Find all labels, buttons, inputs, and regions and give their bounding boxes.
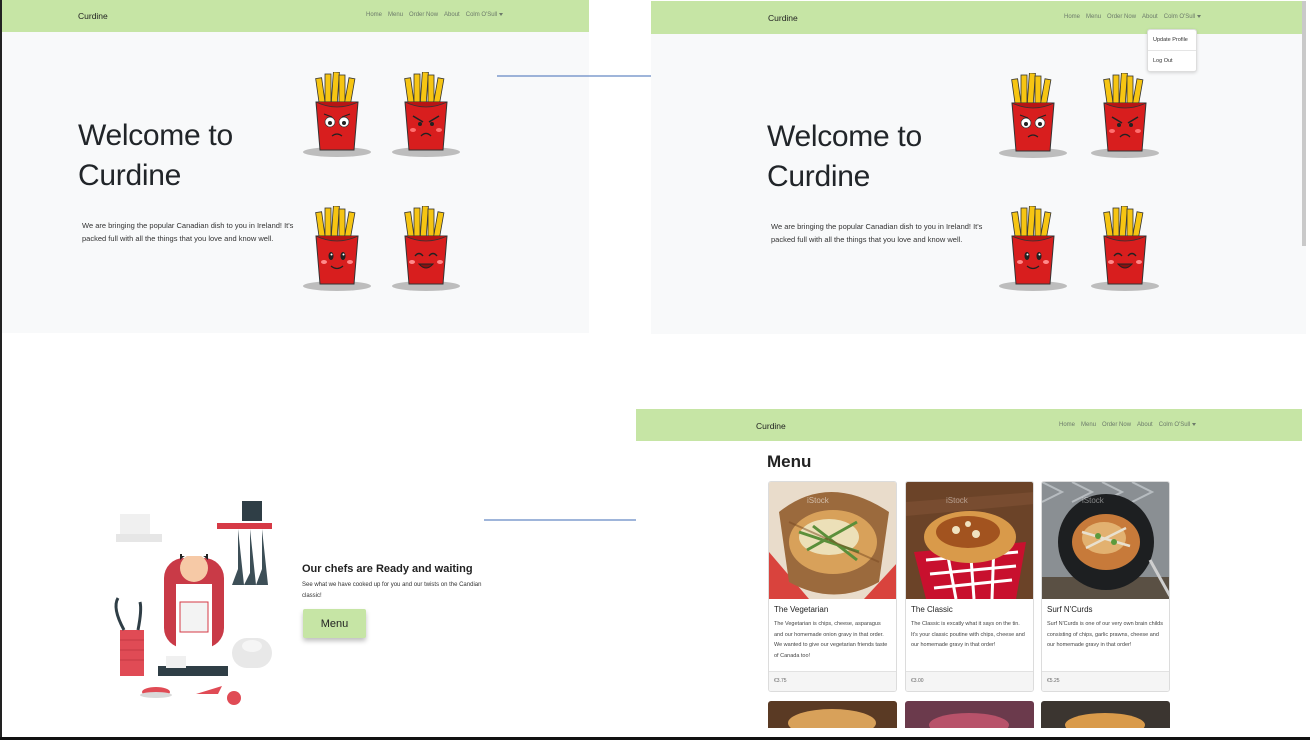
nav-links: Home Menu Order Now About Colm O'Sull (1064, 14, 1202, 20)
hero-description: We are bringing the popular Canadian dis… (82, 219, 293, 245)
watermark-text: iStock (1082, 496, 1104, 505)
user-name: Colm O'Sull (1163, 14, 1196, 20)
menu-card[interactable]: iStock The Classic The Classic is excatl… (905, 481, 1034, 692)
menu-card-text: Surf N'Curds is one of our very own brai… (1047, 621, 1163, 648)
user-name: Colm O'Sull (465, 12, 498, 18)
nav-menu[interactable]: Menu (388, 12, 403, 18)
nav-home[interactable]: Home (1064, 14, 1080, 20)
user-dropdown-menu: Update Profile Log Out (1147, 29, 1197, 72)
hero-title: Welcome to Curdine (767, 117, 922, 197)
fries-mascot-icon (998, 73, 1068, 163)
scrollbar[interactable] (1302, 1, 1306, 246)
nav-links: Home Menu Order Now About Colm O'Sull (1059, 422, 1197, 428)
fries-mascot-icon (1090, 73, 1160, 163)
hero-title-line-1: Welcome to (767, 120, 922, 153)
menu-card-peek[interactable] (905, 701, 1034, 728)
fries-mascot-icon (998, 206, 1068, 296)
menu-card-body: Surf N'Curds Surf N'Curds is one of our … (1042, 599, 1169, 671)
menu-card-image: iStock (906, 482, 1033, 599)
fries-mascot-icon (302, 72, 372, 162)
navbar: Curdine Home Menu Order Now About Colm O… (2, 0, 589, 32)
menu-card-price: €3.00 (906, 671, 1033, 691)
menu-card-image: iStock (1042, 482, 1169, 599)
update-profile-item[interactable]: Update Profile (1148, 30, 1196, 50)
chevron-down-icon (499, 12, 504, 16)
frame-border (0, 0, 2, 737)
hero-text-line-1: We are bringing the popular Canadian dis… (771, 222, 983, 231)
menu-card-title: The Classic (911, 605, 953, 614)
hero-text-line-2: packed full with all the things that you… (771, 235, 963, 244)
brand-logo[interactable]: Curdine (768, 13, 798, 23)
nav-menu[interactable]: Menu (1081, 422, 1096, 428)
hero-title-line-2: Curdine (78, 159, 181, 192)
fries-mascot-icon (302, 206, 372, 296)
menu-card[interactable]: iStock The Vegetarian The Vegetarian is … (768, 481, 897, 692)
menu-heading: Menu (767, 452, 812, 471)
chefs-description: See what we have cooked up for you and o… (302, 582, 482, 599)
nav-about[interactable]: About (1142, 14, 1158, 20)
fries-mascot-icon (1090, 206, 1160, 296)
nav-links: Home Menu Order Now About Colm O'Sull (366, 12, 504, 18)
hero-title: Welcome to Curdine (78, 116, 233, 196)
fries-mascot-icon (391, 206, 461, 296)
nav-order-now[interactable]: Order Now (1107, 14, 1136, 20)
menu-card[interactable]: iStock Surf N'Curds Surf N'Curds is one … (1041, 481, 1170, 692)
chefs-heading: Our chefs are Ready and waiting (302, 563, 473, 575)
screenshot-collage: Curdine Home Menu Order Now About Colm O… (0, 0, 1310, 740)
menu-card-price: €5.25 (1042, 671, 1169, 691)
nav-about[interactable]: About (444, 12, 460, 18)
chef-illustration (114, 501, 272, 705)
hero-title-line-2: Curdine (767, 160, 870, 193)
menu-card-peek[interactable] (768, 701, 897, 728)
nav-menu[interactable]: Menu (1086, 14, 1101, 20)
menu-card-text: The Vegetarian is chips, cheese, asparag… (774, 621, 888, 659)
hero-text-line-2: packed full with all the things that you… (82, 234, 274, 243)
brand-logo[interactable]: Curdine (78, 11, 108, 21)
nav-order-now[interactable]: Order Now (409, 12, 438, 18)
menu-card-body: The Classic The Classic is excatly what … (906, 599, 1033, 671)
log-out-item[interactable]: Log Out (1148, 51, 1196, 71)
hero-description: We are bringing the popular Canadian dis… (771, 220, 982, 246)
chevron-down-icon (1197, 14, 1202, 18)
menu-button[interactable]: Menu (303, 609, 366, 638)
nav-home[interactable]: Home (366, 12, 382, 18)
menu-card-body: The Vegetarian The Vegetarian is chips, … (769, 599, 896, 671)
fries-mascot-icon (391, 72, 461, 162)
menu-card-image: iStock (769, 482, 896, 599)
watermark-text: iStock (807, 496, 829, 505)
navbar: Curdine Home Menu Order Now About Colm O… (651, 1, 1306, 34)
user-menu-toggle[interactable]: Colm O'Sull (1159, 422, 1197, 428)
navbar: Curdine Home Menu Order Now About Colm O… (636, 409, 1302, 441)
home-page-panel: Curdine Home Menu Order Now About Colm O… (2, 0, 589, 333)
brand-logo[interactable]: Curdine (756, 421, 786, 431)
nav-about[interactable]: About (1137, 422, 1153, 428)
user-menu-toggle[interactable]: Colm O'Sull (466, 12, 504, 18)
user-name: Colm O'Sull (1158, 422, 1191, 428)
menu-card-price: €3.75 (769, 671, 896, 691)
watermark-text: iStock (946, 496, 968, 505)
nav-home[interactable]: Home (1059, 422, 1075, 428)
home-page-dropdown-panel: Curdine Home Menu Order Now About Colm O… (651, 1, 1306, 334)
user-menu-toggle[interactable]: Colm O'Sull (1164, 14, 1202, 20)
menu-card-title: The Vegetarian (774, 605, 829, 614)
menu-card-peek[interactable] (1041, 701, 1170, 728)
nav-order-now[interactable]: Order Now (1102, 422, 1131, 428)
menu-card-title: Surf N'Curds (1047, 605, 1093, 614)
menu-card-text: The Classic is excatly what it says on t… (911, 621, 1025, 648)
chevron-down-icon (1192, 422, 1197, 426)
hero-text-line-1: We are bringing the popular Canadian dis… (82, 221, 294, 230)
hero-title-line-1: Welcome to (78, 119, 233, 152)
